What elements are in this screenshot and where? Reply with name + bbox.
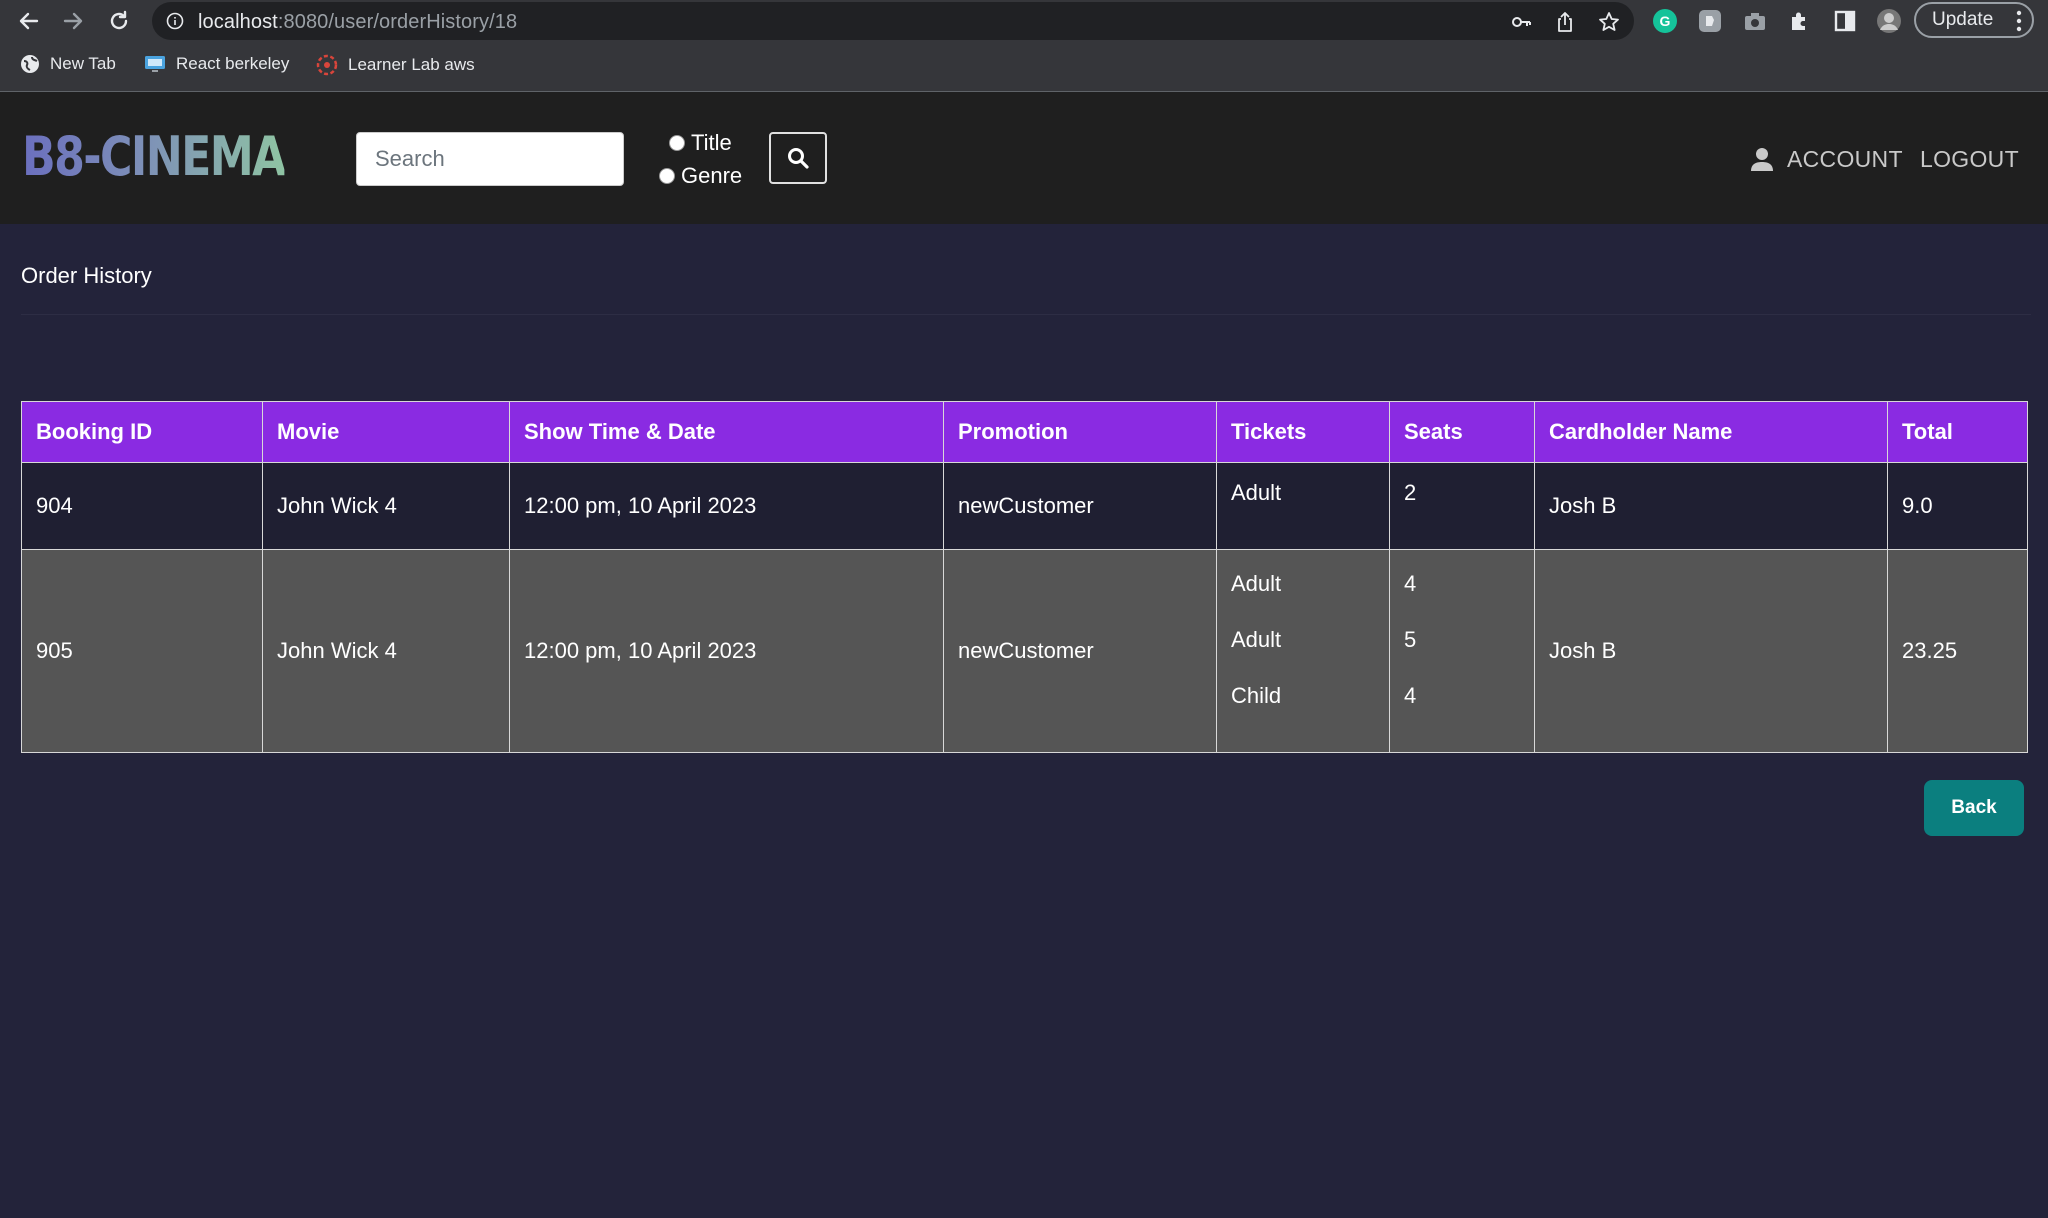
side-panel-icon[interactable] xyxy=(1832,8,1858,34)
camera-icon[interactable] xyxy=(1742,8,1768,34)
address-bar[interactable]: localhost:8080/user/orderHistory/18 xyxy=(152,2,1634,40)
globe-icon xyxy=(21,55,39,73)
bookmarks-bar: New Tab React berkeley Learner Lab aws xyxy=(0,46,2048,86)
filter-genre-option[interactable]: Genre xyxy=(659,163,742,189)
extensions-puzzle-icon[interactable] xyxy=(1787,8,1813,34)
booking-id-cell: 904 xyxy=(21,462,263,550)
title-divider xyxy=(21,314,2031,315)
forward-arrow-icon[interactable] xyxy=(58,6,88,36)
column-header-total: Total xyxy=(1887,401,2028,463)
genre-radio[interactable] xyxy=(659,168,675,184)
aws-icon xyxy=(316,54,338,76)
update-label: Update xyxy=(1932,9,1994,30)
search-icon xyxy=(788,148,809,169)
column-header-movie: Movie xyxy=(262,401,510,463)
column-header-booking-id: Booking ID xyxy=(21,401,263,463)
promotion-cell: newCustomer xyxy=(943,462,1217,550)
browser-update-button[interactable]: Update xyxy=(1914,2,2034,38)
total-cell: 23.25 xyxy=(1887,549,2028,753)
column-header-showtime: Show Time & Date xyxy=(509,401,944,463)
cardholder-cell: Josh B xyxy=(1534,462,1888,550)
back-arrow-icon[interactable] xyxy=(14,6,44,36)
ticket-type: Adult xyxy=(1231,480,1282,505)
logout-link[interactable]: LOGOUT xyxy=(1920,146,2019,173)
filter-title-option[interactable]: Title xyxy=(669,130,732,156)
column-header-seats: Seats xyxy=(1389,401,1535,463)
bookmark-new-tab[interactable]: New Tab xyxy=(20,54,116,74)
movie-cell: John Wick 4 xyxy=(262,462,510,550)
order-history-table: Booking ID Movie Show Time & Date Promot… xyxy=(21,401,2028,753)
monitor-icon xyxy=(145,56,165,72)
seat-number: 4 xyxy=(1404,571,1417,596)
seat-number: 2 xyxy=(1404,480,1417,505)
total-cell: 9.0 xyxy=(1887,462,2028,550)
ticket-type: Child xyxy=(1231,683,1282,708)
profile-avatar-icon[interactable] xyxy=(1876,8,1902,34)
bookmark-label: React berkeley xyxy=(176,54,290,73)
seats-cell: 4 5 4 xyxy=(1389,549,1535,753)
column-header-promotion: Promotion xyxy=(943,401,1217,463)
back-button[interactable]: Back xyxy=(1924,780,2024,836)
seat-number: 4 xyxy=(1404,683,1417,708)
bookmark-label: New Tab xyxy=(50,54,116,73)
title-radio[interactable] xyxy=(669,135,685,151)
showtime-cell: 12:00 pm, 10 April 2023 xyxy=(509,462,944,550)
svg-text:G: G xyxy=(1660,13,1671,29)
grammarly-icon[interactable]: G xyxy=(1652,8,1678,34)
browser-chrome: localhost:8080/user/orderHistory/18 G Up… xyxy=(0,0,2048,92)
extension-tile-icon[interactable] xyxy=(1697,8,1723,34)
account-link[interactable]: ACCOUNT xyxy=(1787,146,1903,173)
title-radio-label: Title xyxy=(691,130,732,155)
star-icon[interactable] xyxy=(1598,11,1620,33)
tickets-cell: Adult xyxy=(1216,462,1390,550)
key-icon[interactable] xyxy=(1510,11,1532,33)
browser-toolbar: localhost:8080/user/orderHistory/18 G Up… xyxy=(0,0,2048,42)
url-text[interactable]: localhost:8080/user/orderHistory/18 xyxy=(198,11,517,34)
promotion-cell: newCustomer xyxy=(943,549,1217,753)
menu-dots-icon xyxy=(2016,10,2022,32)
seats-cell: 2 xyxy=(1389,462,1535,550)
page-title: Order History xyxy=(21,263,152,288)
reload-icon[interactable] xyxy=(104,6,134,36)
site-header: B8-CINEMA Title Genre ACCOUNT LOGOUT xyxy=(0,92,2048,224)
share-icon[interactable] xyxy=(1554,11,1576,33)
ticket-type: Adult xyxy=(1231,571,1282,596)
site-logo[interactable]: B8-CINEMA xyxy=(22,130,286,184)
movie-cell: John Wick 4 xyxy=(262,549,510,753)
column-header-tickets: Tickets xyxy=(1216,401,1390,463)
table-row: 905 John Wick 4 12:00 pm, 10 April 2023 … xyxy=(21,549,2028,753)
seat-number: 5 xyxy=(1404,627,1417,652)
bookmark-label: Learner Lab aws xyxy=(348,55,475,74)
column-header-cardholder: Cardholder Name xyxy=(1534,401,1888,463)
site-info-icon[interactable] xyxy=(166,12,184,30)
booking-id-cell: 905 xyxy=(21,549,263,753)
cardholder-cell: Josh B xyxy=(1534,549,1888,753)
showtime-cell: 12:00 pm, 10 April 2023 xyxy=(509,549,944,753)
ticket-type: Adult xyxy=(1231,627,1282,652)
search-button[interactable] xyxy=(769,132,827,184)
search-input[interactable] xyxy=(356,132,624,186)
table-header-row: Booking ID Movie Show Time & Date Promot… xyxy=(21,401,2028,463)
table-row: 904 John Wick 4 12:00 pm, 10 April 2023 … xyxy=(21,462,2028,550)
bookmark-react-berkeley[interactable]: React berkeley xyxy=(144,54,289,74)
user-icon xyxy=(1751,148,1773,171)
tickets-cell: Adult Adult Child xyxy=(1216,549,1390,753)
bookmark-learner-lab-aws[interactable]: Learner Lab aws xyxy=(316,54,475,76)
genre-radio-label: Genre xyxy=(681,163,743,188)
